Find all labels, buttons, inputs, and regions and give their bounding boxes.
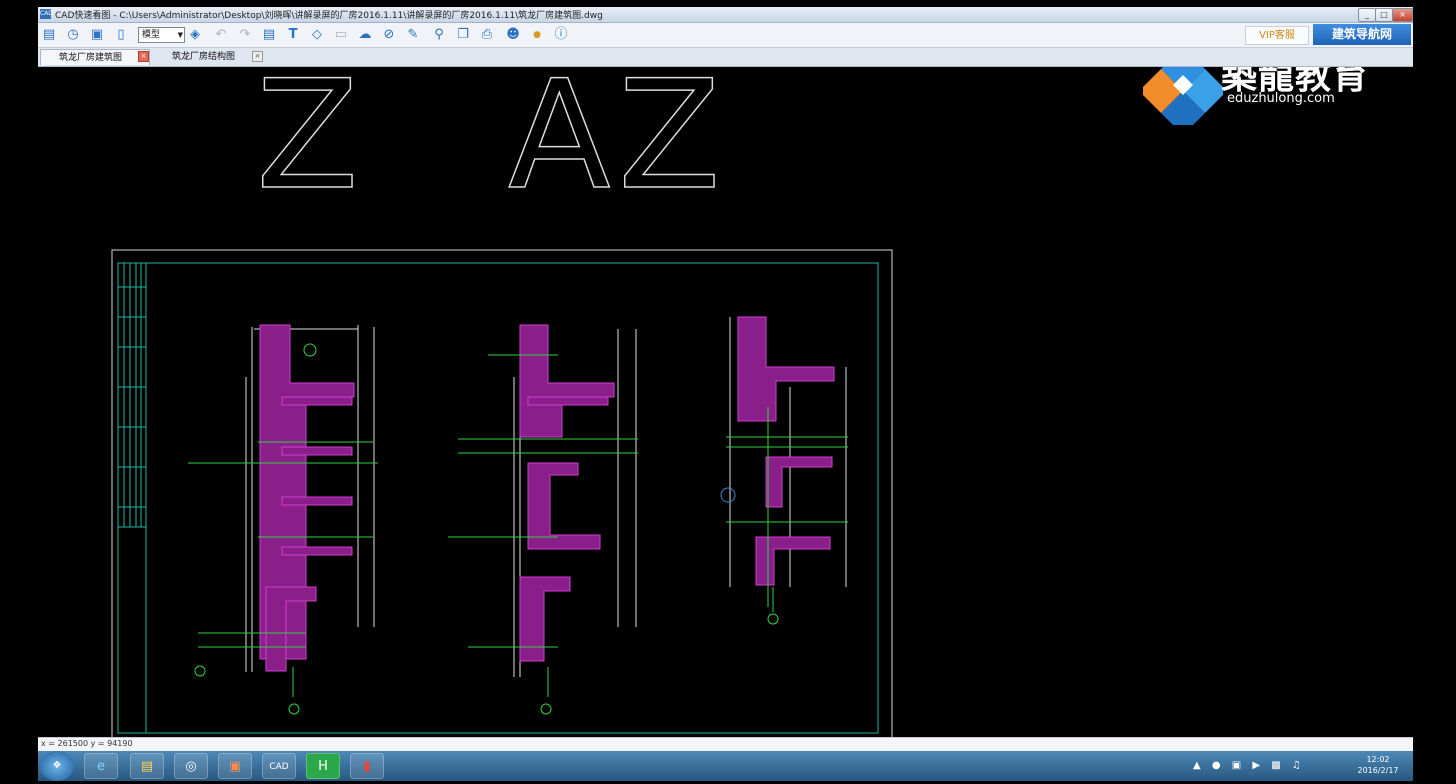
system-clock[interactable]: 12:02 2016/2/17 bbox=[1348, 754, 1408, 776]
architecture-nav-button[interactable]: 建筑导航网 bbox=[1313, 24, 1411, 45]
status-bar: x = 261500 y = 94190 bbox=[38, 737, 1413, 752]
taskbar: ❖ e ▤ ◎ ▣ CAD H ▮ ▲ ● ▣ ▶ ▩ ♫ 12:02 2016… bbox=[38, 751, 1413, 781]
title-strip bbox=[118, 263, 147, 733]
history-icon[interactable]: ◷ bbox=[64, 26, 82, 44]
hide-icon[interactable]: ⊘ bbox=[380, 26, 398, 44]
app-logo-icon: CAD bbox=[40, 9, 53, 19]
tab-label: 筑龙厂房结构图 bbox=[172, 52, 236, 62]
space-select[interactable]: 模型 ▼ bbox=[138, 27, 185, 43]
clock-time: 12:02 bbox=[1366, 755, 1390, 764]
close-button[interactable]: × bbox=[1392, 8, 1413, 22]
section-marker bbox=[288, 703, 300, 715]
print-icon[interactable]: ⎙ bbox=[478, 26, 496, 44]
delete-icon[interactable]: ▭ bbox=[332, 26, 350, 44]
close-icon[interactable]: × bbox=[138, 51, 149, 62]
redo-icon[interactable]: ↷ bbox=[236, 26, 254, 44]
section-marker bbox=[303, 343, 317, 357]
close-icon[interactable]: × bbox=[252, 51, 263, 62]
layer-icon[interactable]: ◈ bbox=[186, 26, 204, 44]
bookmark-icon[interactable]: ▯ bbox=[112, 26, 130, 44]
office-icon[interactable]: ▣ bbox=[218, 753, 252, 779]
open-folder-icon[interactable]: ▤ bbox=[40, 26, 58, 44]
window-title: CAD快速看图 - C:\Users\Administrator\Desktop… bbox=[55, 11, 603, 21]
measure-icon[interactable]: ▤ bbox=[260, 26, 278, 44]
drawing-canvas[interactable]: Z A Z 築龍教育 eduzhulong.com bbox=[38, 67, 1413, 737]
wall-section-detail bbox=[448, 324, 638, 715]
app-window: CAD CAD快速看图 - C:\Users\Administrator\Des… bbox=[38, 7, 1413, 752]
wall-section-detail bbox=[720, 316, 848, 625]
toolbar: ▤ ◷ ▣ ▯ 模型 ▼ ◈ ↶ ↷ ▤ T ◇ ▭ ☁ ⊘ ✎ ⚲ ❐ ⎙ ☻… bbox=[38, 23, 1413, 48]
grid-label: A bbox=[508, 67, 611, 223]
vip-service-button[interactable]: VIP客服 bbox=[1245, 26, 1309, 45]
tab-label: 筑龙厂房建筑图 bbox=[59, 53, 123, 63]
green-app-icon[interactable]: H bbox=[306, 753, 340, 779]
media-icon[interactable]: ◎ bbox=[174, 753, 208, 779]
pen-icon[interactable]: ✎ bbox=[404, 26, 422, 44]
start-icon[interactable]: ❖ bbox=[40, 751, 74, 781]
tab-structure-drawing[interactable]: 筑龙厂房结构图 bbox=[154, 49, 264, 65]
grid-label: Z bbox=[256, 67, 359, 223]
architecture-nav-label: 建筑导航网 bbox=[1331, 27, 1392, 41]
section-marker bbox=[720, 487, 736, 503]
fit-extents-icon[interactable]: ▣ bbox=[88, 26, 106, 44]
zhulong-logo-icon bbox=[1143, 67, 1223, 125]
section-marker bbox=[540, 703, 552, 715]
cad-drawing: Z A Z bbox=[111, 67, 893, 737]
user-icon[interactable]: ☻ bbox=[504, 26, 522, 44]
minimize-button[interactable]: _ bbox=[1358, 8, 1376, 22]
find-icon[interactable]: ⚲ bbox=[430, 26, 448, 44]
undo-icon[interactable]: ↶ bbox=[212, 26, 230, 44]
section-marker bbox=[767, 613, 779, 625]
maximize-button[interactable]: □ bbox=[1375, 8, 1393, 22]
clock-date: 2016/2/17 bbox=[1357, 766, 1399, 775]
info-icon[interactable]: ⓘ bbox=[552, 26, 570, 44]
space-select-value: 模型 bbox=[142, 30, 161, 40]
watermark-url: eduzhulong.com bbox=[1227, 91, 1335, 106]
folder-icon[interactable]: ▤ bbox=[130, 753, 164, 779]
system-tray[interactable]: ▲ ● ▣ ▶ ▩ ♫ bbox=[1193, 755, 1343, 777]
wall-section-detail bbox=[188, 324, 378, 715]
grid-label: Z bbox=[618, 67, 721, 223]
copy-icon[interactable]: ❐ bbox=[454, 26, 472, 44]
red-app-icon[interactable]: ▮ bbox=[350, 753, 384, 779]
text-icon[interactable]: T bbox=[284, 26, 302, 44]
eraser-icon[interactable]: ◇ bbox=[308, 26, 326, 44]
tab-building-drawing[interactable]: 筑龙厂房建筑图 bbox=[40, 49, 150, 65]
ie-icon[interactable]: e bbox=[84, 753, 118, 779]
vip-service-label: VIP客服 bbox=[1259, 30, 1295, 41]
cursor-coordinates: x = 261500 y = 94190 bbox=[41, 739, 133, 748]
title-bar[interactable]: CAD CAD快速看图 - C:\Users\Administrator\Des… bbox=[38, 7, 1413, 23]
vip-icon[interactable]: ● bbox=[528, 26, 546, 44]
zhulong-watermark: 築龍教育 eduzhulong.com bbox=[1143, 67, 1383, 125]
section-marker bbox=[194, 665, 206, 677]
cad-icon[interactable]: CAD bbox=[262, 753, 296, 779]
chevron-down-icon: ▼ bbox=[177, 31, 183, 39]
cloud-icon[interactable]: ☁ bbox=[356, 26, 374, 44]
document-tabs: 筑龙厂房建筑图 × 筑龙厂房结构图 × bbox=[38, 48, 1413, 67]
